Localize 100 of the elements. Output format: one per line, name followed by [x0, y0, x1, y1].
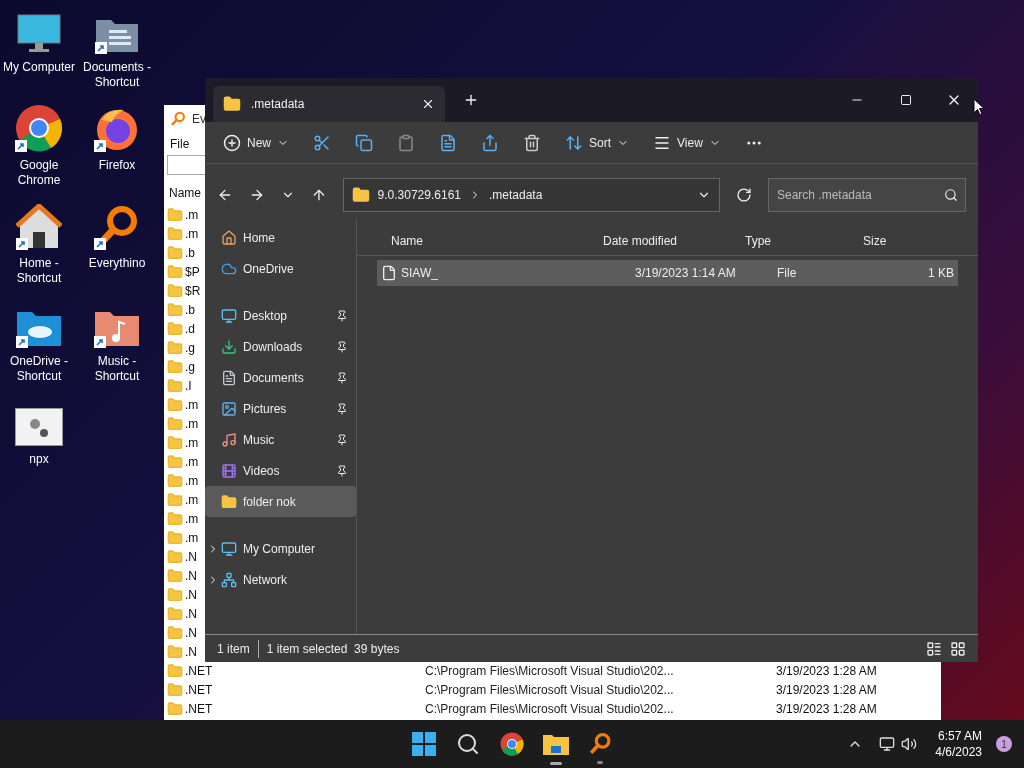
sidebar-item[interactable]: Desktop: [205, 300, 356, 331]
search-icon: [944, 188, 958, 202]
file-name: .N: [185, 587, 197, 602]
refresh-icon[interactable]: [736, 187, 752, 203]
folder-icon: [167, 339, 183, 356]
share-icon[interactable]: [481, 133, 499, 152]
paste-icon[interactable]: [397, 133, 415, 152]
magnifier-icon[interactable]: [588, 732, 612, 756]
cut-icon[interactable]: [313, 133, 331, 152]
magnifier-icon: [170, 111, 186, 127]
desktop-icon-label[interactable]: My Computer: [0, 60, 78, 75]
folder-icon: [167, 472, 183, 489]
search-icon[interactable]: [456, 732, 480, 756]
sidebar-item[interactable]: folder nok: [205, 486, 356, 517]
chrome-logo-icon[interactable]: [500, 732, 524, 756]
folder-icon: [167, 377, 183, 394]
folder-icon: [167, 643, 183, 660]
tiles-view-icon[interactable]: [950, 640, 966, 657]
desktop-icon-label[interactable]: Music - Shortcut: [78, 354, 156, 384]
new-button[interactable]: New: [223, 133, 289, 152]
desktop-icon-label[interactable]: Everythino: [78, 256, 156, 271]
column-header[interactable]: Date modified: [603, 231, 745, 250]
file-type: File: [777, 265, 798, 282]
folder-icon: [167, 624, 183, 641]
view-button[interactable]: View: [653, 133, 721, 152]
column-header[interactable]: Name: [164, 184, 201, 202]
rename-icon[interactable]: [439, 133, 457, 152]
clock-date[interactable]: 4/6/2023: [935, 744, 982, 760]
browser-tab[interactable]: .metadata: [213, 86, 445, 122]
file-name: .N: [185, 606, 197, 621]
folder-icon: [351, 186, 370, 204]
desktop-icon-label[interactable]: Home - Shortcut: [0, 256, 78, 286]
menu-item[interactable]: File: [168, 135, 192, 153]
file-name: .b: [185, 245, 195, 260]
file-name: .m: [185, 454, 199, 469]
file-name: .NET: [185, 682, 213, 697]
column-header[interactable]: Type: [745, 231, 863, 250]
file-name: .I: [185, 378, 192, 393]
sidebar-item[interactable]: Pictures: [205, 393, 356, 424]
volume-icon[interactable]: [901, 736, 918, 752]
file-name: .m: [185, 207, 199, 222]
file-name: .g: [185, 340, 195, 355]
maximize-icon[interactable]: [900, 94, 912, 106]
file-name: .m: [185, 492, 199, 507]
sort-button[interactable]: Sort: [565, 133, 630, 152]
folder-icon: [167, 567, 183, 584]
sidebar-label: Pictures: [243, 400, 288, 418]
desktop-icon-label[interactable]: OneDrive - Shortcut: [0, 354, 78, 384]
sidebar-item[interactable]: Music: [205, 424, 356, 455]
sidebar-label: folder nok: [243, 493, 297, 511]
file-name: .d: [185, 321, 195, 336]
file-row[interactable]: SIAW_ 3/19/2023 1:14 AM File 1 KB: [377, 260, 958, 286]
column-header[interactable]: Size: [863, 231, 887, 250]
file-name: .b: [185, 302, 195, 317]
details-view-icon[interactable]: [926, 640, 942, 657]
sidebar-item[interactable]: Network: [205, 564, 356, 595]
file-name: .m: [185, 416, 199, 431]
breadcrumb-item[interactable]: .metadata: [489, 186, 543, 204]
breadcrumb-item[interactable]: 9.0.30729.6161: [377, 186, 461, 204]
sidebar-item[interactable]: OneDrive: [205, 253, 356, 284]
folder-icon: [167, 358, 183, 375]
copy-icon[interactable]: [355, 133, 373, 152]
desktop-icon-label[interactable]: npx: [0, 452, 78, 467]
folder-icon[interactable]: [543, 733, 569, 755]
sidebar-item[interactable]: Home: [205, 222, 356, 253]
start-button[interactable]: [412, 732, 436, 756]
picture-icon: [221, 400, 237, 417]
sidebar-item[interactable]: Downloads: [205, 331, 356, 362]
file-size: 1 KB: [927, 265, 955, 282]
folder-icon: [167, 301, 183, 318]
sort-icon: [565, 133, 583, 152]
file-name: .N: [185, 625, 197, 640]
delete-icon[interactable]: [523, 133, 541, 152]
sidebar-item[interactable]: Videos: [205, 455, 356, 486]
folder-icon: [167, 415, 183, 432]
music-icon: [221, 431, 237, 448]
status-text: 1 item: [217, 639, 259, 658]
folder-icon: [167, 662, 183, 679]
sidebar-label: Downloads: [243, 338, 304, 356]
sidebar-item[interactable]: Documents: [205, 362, 356, 393]
folder-icon: [167, 453, 183, 470]
network-icon[interactable]: [879, 736, 896, 752]
sidebar-label: OneDrive: [243, 260, 295, 278]
desktop-icon-label[interactable]: Google Chrome: [0, 158, 78, 188]
search-field[interactable]: Search .metadata: [768, 178, 966, 212]
close-icon[interactable]: [421, 97, 435, 111]
clock-time[interactable]: 6:57 AM: [937, 728, 982, 744]
column-header[interactable]: Name: [357, 231, 603, 250]
file-name: .g: [185, 359, 195, 374]
desktop-icon-label[interactable]: Documents - Shortcut: [78, 60, 156, 90]
address-bar[interactable]: 9.0.30729.6161 .metadata: [342, 178, 721, 212]
folder-icon: [167, 225, 183, 242]
folder-icon: [167, 396, 183, 413]
notification-badge[interactable]: 1: [996, 736, 1012, 752]
new-tab-icon[interactable]: [463, 92, 479, 108]
folder-icon: [167, 244, 183, 261]
desktop-icon-label[interactable]: Firefox: [78, 158, 156, 173]
sidebar-item[interactable]: My Computer: [205, 533, 356, 564]
file-name: .m: [185, 511, 199, 526]
back-icon[interactable]: [217, 187, 233, 203]
